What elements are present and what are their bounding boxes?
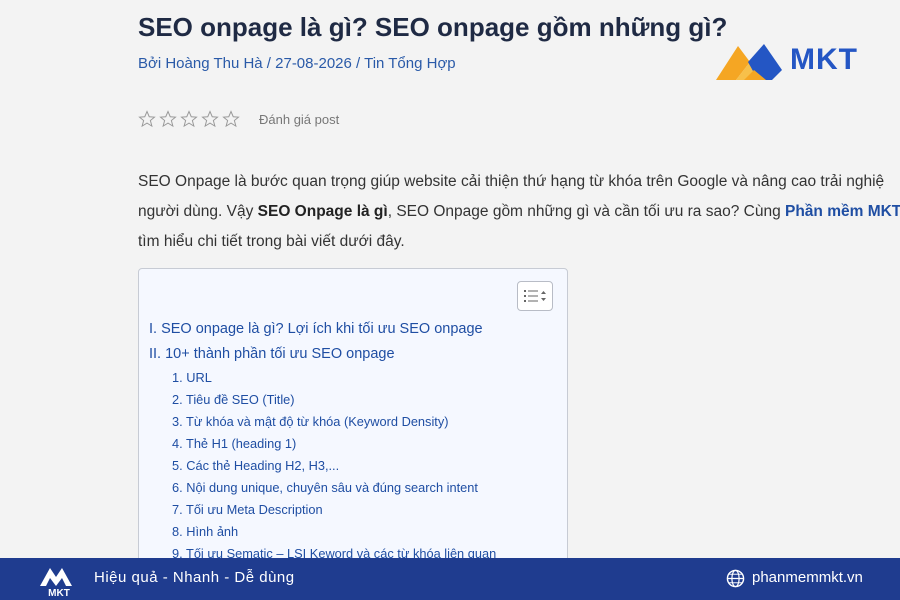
star-icon[interactable]	[159, 110, 177, 128]
star-icon[interactable]	[138, 110, 156, 128]
intro-line: tìm hiểu chi tiết trong bài viết dưới đâ…	[138, 233, 405, 250]
toc-subsection-link[interactable]: 6. Nội dung unique, chuyên sâu và đúng s…	[149, 477, 564, 499]
article-title: SEO onpage là gì? SEO onpage gồm những g…	[138, 12, 728, 42]
star-icon[interactable]	[180, 110, 198, 128]
table-of-contents: I. SEO onpage là gì? Lợi ích khi tối ưu …	[138, 268, 568, 568]
toc-section-link[interactable]: II. 10+ thành phần tối ưu SEO onpage	[149, 342, 564, 367]
list-toggle-icon	[524, 290, 546, 302]
toc-subsection-link[interactable]: 3. Từ khóa và mật độ từ khóa (Keyword De…	[149, 411, 564, 433]
intro-line: người dùng. Vậy SEO Onpage là gì, SEO On…	[138, 197, 900, 227]
intro-text: , SEO Onpage gồm những gì và cần tối ưu …	[387, 203, 785, 220]
intro-line: SEO Onpage là bước quan trọng giúp websi…	[138, 173, 885, 190]
post-rating[interactable]: Đánh giá post	[138, 110, 339, 128]
globe-icon	[726, 569, 745, 588]
mkt-logo-icon: MKT	[40, 568, 72, 598]
toc-subsection-link[interactable]: 5. Các thẻ Heading H2, H3,...	[149, 455, 564, 477]
toc-toggle-button[interactable]	[517, 281, 553, 311]
toc-subsection-link[interactable]: 2. Tiêu đề SEO (Title)	[149, 389, 564, 411]
toc-list: I. SEO onpage là gì? Lợi ích khi tối ưu …	[149, 317, 564, 565]
brand-link[interactable]: Phần mềm MKT	[785, 203, 900, 220]
star-icon[interactable]	[201, 110, 219, 128]
star-icon[interactable]	[222, 110, 240, 128]
toc-subsection-link[interactable]: 7. Tối ưu Meta Description	[149, 499, 564, 521]
intro-text: người dùng. Vậy	[138, 203, 258, 220]
toc-subsection-link[interactable]: 4. Thẻ H1 (heading 1)	[149, 433, 564, 455]
toc-subsection-link[interactable]: 8. Hình ảnh	[149, 521, 564, 543]
brand-logo-text: MKT	[790, 43, 858, 76]
toc-section-link[interactable]: I. SEO onpage là gì? Lợi ích khi tối ưu …	[149, 317, 564, 342]
intro-bold: SEO Onpage là gì	[257, 203, 388, 220]
footer-website-link[interactable]: phanmemmkt.vn	[752, 569, 863, 586]
footer-tagline: Hiệu quả - Nhanh - Dễ dùng	[94, 569, 295, 586]
rating-label: Đánh giá post	[259, 111, 340, 127]
footer-logo-text: MKT	[48, 588, 70, 598]
article-intro: SEO Onpage là bước quan trọng giúp websi…	[138, 167, 900, 257]
footer-banner: MKT Hiệu quả - Nhanh - Dễ dùng phanmemmk…	[0, 558, 900, 600]
article-meta[interactable]: Bởi Hoàng Thu Hà / 27-08-2026 / Tin Tổng…	[138, 55, 456, 72]
toc-subsection-link[interactable]: 1. URL	[149, 367, 564, 389]
